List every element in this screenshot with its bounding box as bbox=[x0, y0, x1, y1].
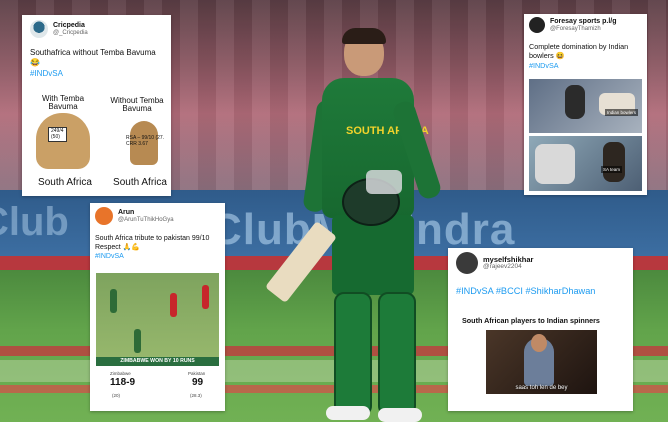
author-name[interactable]: Arun bbox=[118, 209, 174, 216]
cricketer: SOUTH AFRICA bbox=[264, 28, 460, 422]
tweet-text: Southafrica without Temba Bavuma 😂 #INDv… bbox=[30, 48, 166, 79]
tweet-body: Southafrica without Temba Bavuma bbox=[30, 48, 156, 57]
player-hair bbox=[342, 28, 386, 44]
meme-title: South African players to Indian spinners bbox=[462, 316, 600, 325]
hashtag-link[interactable]: #INDvSA bbox=[95, 253, 124, 260]
avatar[interactable] bbox=[456, 252, 478, 274]
doge-meme-image: With Temba Bavuma Without Temba Bavuma 2… bbox=[26, 94, 167, 195]
match-photo bbox=[96, 273, 219, 357]
tweet-author: Arun @ArunTuThikHoGya bbox=[118, 209, 174, 223]
author-name[interactable]: Foresay sports p.l/g bbox=[550, 18, 617, 25]
overs-left: (20) bbox=[112, 393, 121, 398]
tweet-body: Complete domination by Indian bowlers bbox=[529, 42, 629, 61]
meme-image-top: Indian bowlers bbox=[529, 79, 642, 133]
tweet-emoji: 😆 bbox=[555, 51, 565, 61]
tweet-author: Foresay sports p.l/g @ForesayThamizh bbox=[550, 18, 617, 32]
tweet-body: South Africa tribute to pakistan 99/10 R… bbox=[95, 235, 210, 252]
tweet-text: Complete domination by Indian bowlers 😆 … bbox=[529, 42, 644, 70]
meme-caption-right-top: Without Temba Bavuma bbox=[110, 96, 164, 114]
meme-caption-left-top: With Temba Bavuma bbox=[41, 94, 85, 112]
tweet-text: South Africa tribute to pakistan 99/10 R… bbox=[95, 234, 221, 261]
tweet-author: Cricpedia @_Cricpedia bbox=[53, 22, 88, 36]
tweet-author: myselfshikhar @rajeev2204 bbox=[483, 255, 533, 271]
tweet-card-arun[interactable]: Arun @ArunTuThikHoGya South Africa tribu… bbox=[90, 203, 225, 411]
overs-right: (28.3) bbox=[190, 393, 202, 398]
score-right: 99 bbox=[192, 377, 204, 388]
author-handle[interactable]: @ForesayThamizh bbox=[550, 26, 617, 32]
hashtag-link[interactable]: #INDvSA bbox=[529, 61, 559, 70]
board-text-left: Club bbox=[0, 200, 69, 244]
avatar[interactable] bbox=[529, 17, 545, 33]
result-banner: ZIMBABWE WON BY 10 RUNS bbox=[96, 357, 219, 366]
hashtag-link[interactable]: #INDvSA bbox=[30, 69, 63, 78]
player-figure bbox=[134, 329, 141, 353]
author-handle[interactable]: @rajeev2204 bbox=[483, 263, 533, 271]
tweet-card-cricpedia[interactable]: Cricpedia @_Cricpedia Southafrica withou… bbox=[22, 15, 171, 196]
author-name[interactable]: Cricpedia bbox=[53, 22, 88, 29]
author-handle[interactable]: @_Cricpedia bbox=[53, 30, 88, 36]
player-figure bbox=[170, 293, 177, 317]
hashtag-links[interactable]: #INDvSA #BCCI #ShikharDhawan bbox=[456, 286, 628, 298]
meme-score-right: RSA – 99/10 (27. CRR 3.67 bbox=[124, 135, 166, 148]
player-trousers bbox=[332, 215, 414, 295]
scorecard-image: ZIMBABWE WON BY 10 RUNS Zimbabwe 118-9 (… bbox=[96, 273, 219, 405]
meme-figure bbox=[565, 85, 585, 119]
tweet-card-myselfshikhar[interactable]: myselfshikhar @rajeev2204 #INDvSA #BCCI … bbox=[448, 248, 633, 411]
tweet-emoji: 🙏💪 bbox=[122, 244, 141, 252]
avatar[interactable] bbox=[95, 207, 113, 225]
left-shoe bbox=[326, 406, 370, 420]
team-left: Zimbabwe bbox=[110, 371, 131, 376]
meme-caption-right-bottom: South Africa bbox=[113, 177, 167, 188]
meme-score-left: 249/4 (50) bbox=[48, 127, 67, 142]
meme-image-bottom: SA team bbox=[529, 136, 642, 191]
player-figure bbox=[202, 285, 209, 309]
meme-image: saas toh len de bey bbox=[486, 330, 597, 394]
tweet-header: Cricpedia @_Cricpedia bbox=[30, 20, 88, 38]
helmet-grille bbox=[366, 170, 402, 194]
meme-label-top: Indian bowlers bbox=[604, 109, 638, 116]
tweet-card-foresay[interactable]: Foresay sports p.l/g @ForesayThamizh Com… bbox=[524, 14, 647, 195]
meme-caption: saas toh len de bey bbox=[515, 385, 568, 391]
meme-figure bbox=[535, 144, 575, 184]
tweet-header: Arun @ArunTuThikHoGya bbox=[95, 207, 174, 225]
meme-caption-left-bottom: South Africa bbox=[38, 177, 92, 188]
tweet-emoji: 😂 bbox=[30, 58, 40, 68]
meme-label-bottom: SA team bbox=[600, 166, 622, 173]
author-handle[interactable]: @ArunTuThikHoGya bbox=[118, 217, 174, 223]
team-right: Pakistan bbox=[188, 371, 206, 376]
score-right-bottom: CRR 3.67 bbox=[126, 140, 148, 147]
tweet-header: Foresay sports p.l/g @ForesayThamizh bbox=[529, 17, 617, 33]
right-shoe bbox=[378, 408, 422, 422]
tweet-header: myselfshikhar @rajeev2204 bbox=[456, 252, 533, 274]
avatar[interactable] bbox=[30, 20, 48, 38]
left-leg-pad bbox=[334, 292, 372, 416]
score-left: 118-9 bbox=[110, 377, 136, 388]
meme-face bbox=[531, 334, 547, 352]
player-figure bbox=[110, 289, 117, 313]
meme-figure bbox=[603, 142, 625, 182]
score-left-bottom: (50) bbox=[51, 133, 60, 140]
right-leg-pad bbox=[378, 292, 416, 416]
